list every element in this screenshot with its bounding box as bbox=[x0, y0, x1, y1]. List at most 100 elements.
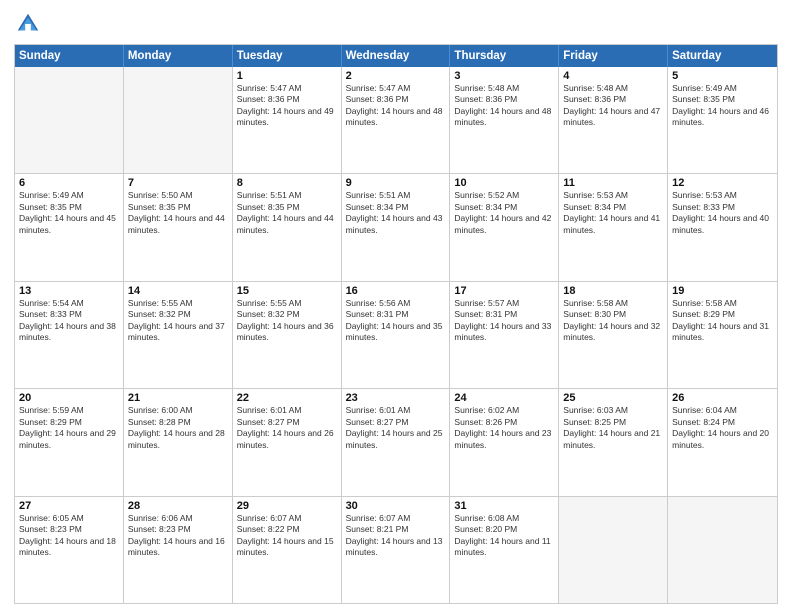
day-number: 24 bbox=[454, 392, 554, 404]
day-number: 14 bbox=[128, 285, 228, 297]
day-number: 5 bbox=[672, 70, 773, 82]
day-info: Sunrise: 5:52 AMSunset: 8:34 PMDaylight:… bbox=[454, 190, 554, 236]
day-number: 13 bbox=[19, 285, 119, 297]
day-number: 15 bbox=[237, 285, 337, 297]
day-info: Sunrise: 5:47 AMSunset: 8:36 PMDaylight:… bbox=[237, 83, 337, 129]
day-info: Sunrise: 6:05 AMSunset: 8:23 PMDaylight:… bbox=[19, 513, 119, 559]
day-info: Sunrise: 5:58 AMSunset: 8:29 PMDaylight:… bbox=[672, 298, 773, 344]
day-info: Sunrise: 6:02 AMSunset: 8:26 PMDaylight:… bbox=[454, 405, 554, 451]
calendar-cell: 29Sunrise: 6:07 AMSunset: 8:22 PMDayligh… bbox=[233, 497, 342, 603]
header-day-saturday: Saturday bbox=[668, 45, 777, 67]
day-number: 6 bbox=[19, 177, 119, 189]
day-number: 4 bbox=[563, 70, 663, 82]
day-info: Sunrise: 6:01 AMSunset: 8:27 PMDaylight:… bbox=[346, 405, 446, 451]
calendar-cell: 13Sunrise: 5:54 AMSunset: 8:33 PMDayligh… bbox=[15, 282, 124, 388]
calendar-cell: 3Sunrise: 5:48 AMSunset: 8:36 PMDaylight… bbox=[450, 67, 559, 173]
calendar-row-5: 27Sunrise: 6:05 AMSunset: 8:23 PMDayligh… bbox=[15, 496, 777, 603]
day-info: Sunrise: 5:50 AMSunset: 8:35 PMDaylight:… bbox=[128, 190, 228, 236]
day-number: 21 bbox=[128, 392, 228, 404]
calendar-cell: 16Sunrise: 5:56 AMSunset: 8:31 PMDayligh… bbox=[342, 282, 451, 388]
day-info: Sunrise: 6:00 AMSunset: 8:28 PMDaylight:… bbox=[128, 405, 228, 451]
header-day-thursday: Thursday bbox=[450, 45, 559, 67]
calendar-cell bbox=[668, 497, 777, 603]
day-number: 22 bbox=[237, 392, 337, 404]
day-info: Sunrise: 5:48 AMSunset: 8:36 PMDaylight:… bbox=[454, 83, 554, 129]
calendar-cell: 17Sunrise: 5:57 AMSunset: 8:31 PMDayligh… bbox=[450, 282, 559, 388]
header-day-wednesday: Wednesday bbox=[342, 45, 451, 67]
day-info: Sunrise: 5:49 AMSunset: 8:35 PMDaylight:… bbox=[19, 190, 119, 236]
calendar-cell: 15Sunrise: 5:55 AMSunset: 8:32 PMDayligh… bbox=[233, 282, 342, 388]
calendar-cell: 11Sunrise: 5:53 AMSunset: 8:34 PMDayligh… bbox=[559, 174, 668, 280]
calendar-cell: 10Sunrise: 5:52 AMSunset: 8:34 PMDayligh… bbox=[450, 174, 559, 280]
calendar-cell: 5Sunrise: 5:49 AMSunset: 8:35 PMDaylight… bbox=[668, 67, 777, 173]
day-number: 12 bbox=[672, 177, 773, 189]
calendar: SundayMondayTuesdayWednesdayThursdayFrid… bbox=[14, 44, 778, 604]
calendar-cell: 8Sunrise: 5:51 AMSunset: 8:35 PMDaylight… bbox=[233, 174, 342, 280]
day-number: 9 bbox=[346, 177, 446, 189]
day-number: 29 bbox=[237, 500, 337, 512]
calendar-cell: 9Sunrise: 5:51 AMSunset: 8:34 PMDaylight… bbox=[342, 174, 451, 280]
day-number: 23 bbox=[346, 392, 446, 404]
calendar-cell: 20Sunrise: 5:59 AMSunset: 8:29 PMDayligh… bbox=[15, 389, 124, 495]
calendar-cell: 2Sunrise: 5:47 AMSunset: 8:36 PMDaylight… bbox=[342, 67, 451, 173]
calendar-cell bbox=[15, 67, 124, 173]
day-info: Sunrise: 6:04 AMSunset: 8:24 PMDaylight:… bbox=[672, 405, 773, 451]
day-info: Sunrise: 5:51 AMSunset: 8:35 PMDaylight:… bbox=[237, 190, 337, 236]
day-info: Sunrise: 5:51 AMSunset: 8:34 PMDaylight:… bbox=[346, 190, 446, 236]
day-info: Sunrise: 5:59 AMSunset: 8:29 PMDaylight:… bbox=[19, 405, 119, 451]
calendar-cell: 25Sunrise: 6:03 AMSunset: 8:25 PMDayligh… bbox=[559, 389, 668, 495]
day-info: Sunrise: 5:58 AMSunset: 8:30 PMDaylight:… bbox=[563, 298, 663, 344]
header-day-sunday: Sunday bbox=[15, 45, 124, 67]
day-info: Sunrise: 5:57 AMSunset: 8:31 PMDaylight:… bbox=[454, 298, 554, 344]
calendar-cell: 26Sunrise: 6:04 AMSunset: 8:24 PMDayligh… bbox=[668, 389, 777, 495]
day-info: Sunrise: 5:53 AMSunset: 8:33 PMDaylight:… bbox=[672, 190, 773, 236]
day-number: 1 bbox=[237, 70, 337, 82]
day-number: 7 bbox=[128, 177, 228, 189]
header-day-monday: Monday bbox=[124, 45, 233, 67]
calendar-cell: 28Sunrise: 6:06 AMSunset: 8:23 PMDayligh… bbox=[124, 497, 233, 603]
day-number: 11 bbox=[563, 177, 663, 189]
calendar-cell: 31Sunrise: 6:08 AMSunset: 8:20 PMDayligh… bbox=[450, 497, 559, 603]
day-number: 27 bbox=[19, 500, 119, 512]
day-number: 26 bbox=[672, 392, 773, 404]
header-day-tuesday: Tuesday bbox=[233, 45, 342, 67]
day-info: Sunrise: 5:48 AMSunset: 8:36 PMDaylight:… bbox=[563, 83, 663, 129]
calendar-row-4: 20Sunrise: 5:59 AMSunset: 8:29 PMDayligh… bbox=[15, 388, 777, 495]
calendar-row-3: 13Sunrise: 5:54 AMSunset: 8:33 PMDayligh… bbox=[15, 281, 777, 388]
day-info: Sunrise: 6:07 AMSunset: 8:22 PMDaylight:… bbox=[237, 513, 337, 559]
calendar-cell: 30Sunrise: 6:07 AMSunset: 8:21 PMDayligh… bbox=[342, 497, 451, 603]
day-number: 31 bbox=[454, 500, 554, 512]
page: SundayMondayTuesdayWednesdayThursdayFrid… bbox=[0, 0, 792, 612]
calendar-row-1: 1Sunrise: 5:47 AMSunset: 8:36 PMDaylight… bbox=[15, 67, 777, 173]
calendar-cell: 24Sunrise: 6:02 AMSunset: 8:26 PMDayligh… bbox=[450, 389, 559, 495]
day-number: 25 bbox=[563, 392, 663, 404]
calendar-cell: 27Sunrise: 6:05 AMSunset: 8:23 PMDayligh… bbox=[15, 497, 124, 603]
day-number: 3 bbox=[454, 70, 554, 82]
calendar-cell: 4Sunrise: 5:48 AMSunset: 8:36 PMDaylight… bbox=[559, 67, 668, 173]
logo-icon bbox=[14, 10, 42, 38]
day-info: Sunrise: 5:47 AMSunset: 8:36 PMDaylight:… bbox=[346, 83, 446, 129]
calendar-cell: 19Sunrise: 5:58 AMSunset: 8:29 PMDayligh… bbox=[668, 282, 777, 388]
calendar-body: 1Sunrise: 5:47 AMSunset: 8:36 PMDaylight… bbox=[15, 67, 777, 603]
day-info: Sunrise: 6:08 AMSunset: 8:20 PMDaylight:… bbox=[454, 513, 554, 559]
day-info: Sunrise: 5:56 AMSunset: 8:31 PMDaylight:… bbox=[346, 298, 446, 344]
day-number: 28 bbox=[128, 500, 228, 512]
calendar-header: SundayMondayTuesdayWednesdayThursdayFrid… bbox=[15, 45, 777, 67]
day-info: Sunrise: 6:03 AMSunset: 8:25 PMDaylight:… bbox=[563, 405, 663, 451]
calendar-cell bbox=[124, 67, 233, 173]
calendar-cell: 1Sunrise: 5:47 AMSunset: 8:36 PMDaylight… bbox=[233, 67, 342, 173]
day-info: Sunrise: 6:06 AMSunset: 8:23 PMDaylight:… bbox=[128, 513, 228, 559]
day-info: Sunrise: 6:01 AMSunset: 8:27 PMDaylight:… bbox=[237, 405, 337, 451]
day-number: 19 bbox=[672, 285, 773, 297]
calendar-cell: 18Sunrise: 5:58 AMSunset: 8:30 PMDayligh… bbox=[559, 282, 668, 388]
day-number: 20 bbox=[19, 392, 119, 404]
day-info: Sunrise: 5:55 AMSunset: 8:32 PMDaylight:… bbox=[128, 298, 228, 344]
day-number: 10 bbox=[454, 177, 554, 189]
day-number: 2 bbox=[346, 70, 446, 82]
calendar-cell: 12Sunrise: 5:53 AMSunset: 8:33 PMDayligh… bbox=[668, 174, 777, 280]
calendar-cell: 14Sunrise: 5:55 AMSunset: 8:32 PMDayligh… bbox=[124, 282, 233, 388]
day-number: 8 bbox=[237, 177, 337, 189]
day-info: Sunrise: 5:49 AMSunset: 8:35 PMDaylight:… bbox=[672, 83, 773, 129]
day-number: 18 bbox=[563, 285, 663, 297]
day-info: Sunrise: 5:55 AMSunset: 8:32 PMDaylight:… bbox=[237, 298, 337, 344]
